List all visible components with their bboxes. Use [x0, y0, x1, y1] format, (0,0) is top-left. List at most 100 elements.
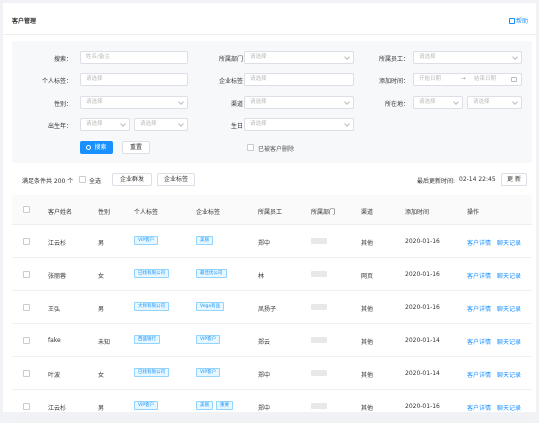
staff-select-value: 请选择 — [419, 54, 436, 60]
staff-name: 郑云 — [258, 339, 271, 346]
chevron-down-icon — [453, 99, 459, 105]
row-checkbox[interactable] — [23, 403, 30, 410]
personal-tags: 已找有限公司 — [134, 269, 172, 278]
company-tags: VIP客户 — [196, 368, 223, 377]
company-tag-button[interactable]: 企业标签 — [157, 173, 195, 186]
select-all-checkbox[interactable] — [79, 176, 86, 183]
customer-detail-link[interactable]: 客户详情 — [467, 403, 491, 412]
province-select[interactable]: 请选择 — [413, 96, 463, 109]
result-count: 满足条件共 200 个 — [22, 178, 74, 185]
start-date[interactable]: 开始日期 — [419, 76, 441, 82]
deleted-checkbox[interactable] — [247, 144, 254, 151]
chat-record-link[interactable]: 聊天记录 — [497, 403, 521, 412]
gender-label: 性别： — [53, 101, 72, 108]
reset-button[interactable]: 重置 — [122, 141, 150, 154]
chat-record-link[interactable]: 聊天记录 — [497, 271, 521, 280]
chevron-down-icon — [178, 121, 184, 127]
col-dept: 所属部门 — [311, 209, 336, 216]
personal-tag: 西盛银行 — [134, 335, 160, 344]
customer-gender: 男 — [98, 405, 105, 412]
dept-placeholder — [311, 403, 327, 409]
customer-name: 王弘 — [48, 306, 61, 313]
table-row: 叶波 女 已找有限公司 VIP客户 郑中 其他 2020-01-14 客户详情 聊天记录 — [12, 357, 532, 390]
header-checkbox[interactable] — [23, 206, 30, 213]
customer-detail-link[interactable]: 客户详情 — [467, 271, 491, 280]
channel: 其他 — [361, 405, 374, 412]
city-select[interactable]: 请选择 — [467, 96, 522, 109]
add-date: 2020-01-16 — [405, 403, 440, 410]
customer-detail-link[interactable]: 客户详情 — [467, 370, 491, 379]
page-title: 客户管理 — [12, 18, 37, 25]
add-date: 2020-01-16 — [405, 304, 440, 311]
chat-record-link[interactable]: 聊天记录 — [497, 304, 521, 313]
table-header: 客户姓名 性别 个人标签 企业标签 所属员工 所属部门 渠道 添加时间 操作 — [12, 195, 532, 225]
dept-select-value: 请选择 — [250, 54, 267, 60]
staff-select[interactable]: 请选择 — [413, 51, 522, 64]
col-name: 客户姓名 — [48, 209, 73, 216]
company-tags: 美丽 重要 — [196, 401, 236, 410]
date-range-picker[interactable]: 开始日期 → 结束日期 — [413, 73, 522, 86]
channel: 其他 — [361, 339, 374, 346]
refresh-button[interactable]: 更 新 — [501, 173, 527, 186]
company-group-button[interactable]: 企业群发 — [112, 173, 152, 186]
customer-gender: 女 — [98, 273, 105, 280]
customer-name: 叶波 — [48, 372, 61, 379]
dept-placeholder — [311, 337, 327, 343]
row-checkbox[interactable] — [23, 370, 30, 377]
personal-tag: 已找有限公司 — [134, 368, 169, 377]
company-tag-label: 企业标签： — [218, 78, 249, 85]
customer-name: 江云杉 — [48, 405, 67, 412]
table-row: fake 未知 西盛银行 VIP客户 郑云 其他 2020-01-14 客户详情 聊天记录 — [12, 324, 532, 357]
company-tag: 美丽 — [196, 236, 213, 245]
chat-record-link[interactable]: 聊天记录 — [497, 238, 521, 247]
update-time: 02-14 22:45 — [459, 176, 496, 183]
channel: 其他 — [361, 372, 374, 379]
personal-tag: 大师有限公司 — [134, 302, 169, 311]
table-row: 王弘 男 大师有限公司 Vega有品 凤扬子 其他 2020-01-16 客户详情 聊天记录 — [12, 291, 532, 324]
end-date[interactable]: 结束日期 — [474, 74, 496, 85]
customer-gender: 未知 — [98, 339, 111, 346]
row-checkbox[interactable] — [23, 304, 30, 311]
filter-panel: 搜索： 姓名/备注 所属部门： 请选择 所属员工： 请选择 个人标签： 请选择 … — [12, 41, 532, 163]
chat-record-link[interactable]: 聊天记录 — [497, 370, 521, 379]
company-tag-input[interactable]: 请选择 — [244, 73, 354, 86]
chevron-down-icon — [344, 121, 350, 127]
birth-year-from-select[interactable]: 请选择 — [80, 118, 130, 131]
chat-record-link[interactable]: 聊天记录 — [497, 337, 521, 346]
birth-year-to-value: 请选择 — [140, 121, 157, 127]
company-tags: VIP客户 — [196, 335, 223, 344]
personal-tag: VIP客户 — [134, 401, 159, 410]
customer-detail-link[interactable]: 客户详情 — [467, 238, 491, 247]
col-date: 添加时间 — [405, 209, 430, 216]
personal-tag-input[interactable]: 请选择 — [80, 73, 188, 86]
deleted-checkbox-label: 已被客户删除 — [258, 146, 295, 153]
customer-detail-link[interactable]: 客户详情 — [467, 337, 491, 346]
row-checkbox[interactable] — [23, 271, 30, 278]
row-checkbox[interactable] — [23, 337, 30, 344]
company-tags: 最佳优公司 — [196, 269, 230, 278]
staff-name: 郑中 — [258, 405, 271, 412]
company-tags: 美丽 — [196, 236, 216, 245]
help-icon — [508, 17, 515, 24]
channel-select[interactable]: 请选择 — [244, 96, 354, 109]
chevron-down-icon — [512, 54, 518, 60]
birthday-select-value: 请选择 — [250, 121, 267, 127]
customer-detail-link[interactable]: 客户详情 — [467, 304, 491, 313]
customer-gender: 男 — [98, 240, 105, 247]
birthday-select[interactable]: 请选择 — [244, 118, 354, 131]
channel-label: 渠道： — [230, 101, 249, 108]
staff-name: 郑中 — [258, 240, 271, 247]
personal-tag-label: 个人标签： — [41, 78, 72, 85]
search-button[interactable]: 搜索 — [80, 141, 113, 154]
birth-year-to-select[interactable]: 请选择 — [134, 118, 188, 131]
personal-tags: 大师有限公司 — [134, 302, 172, 311]
company-tag: 最佳优公司 — [196, 269, 227, 278]
dept-select[interactable]: 请选择 — [244, 51, 354, 64]
help-link[interactable]: 帮助 — [508, 16, 528, 25]
gender-select[interactable]: 请选择 — [80, 96, 188, 109]
row-checkbox[interactable] — [23, 238, 30, 245]
channel: 其他 — [361, 240, 374, 247]
search-input[interactable]: 姓名/备注 — [80, 51, 188, 64]
customer-gender: 女 — [98, 372, 105, 379]
add-date: 2020-01-16 — [405, 238, 440, 245]
